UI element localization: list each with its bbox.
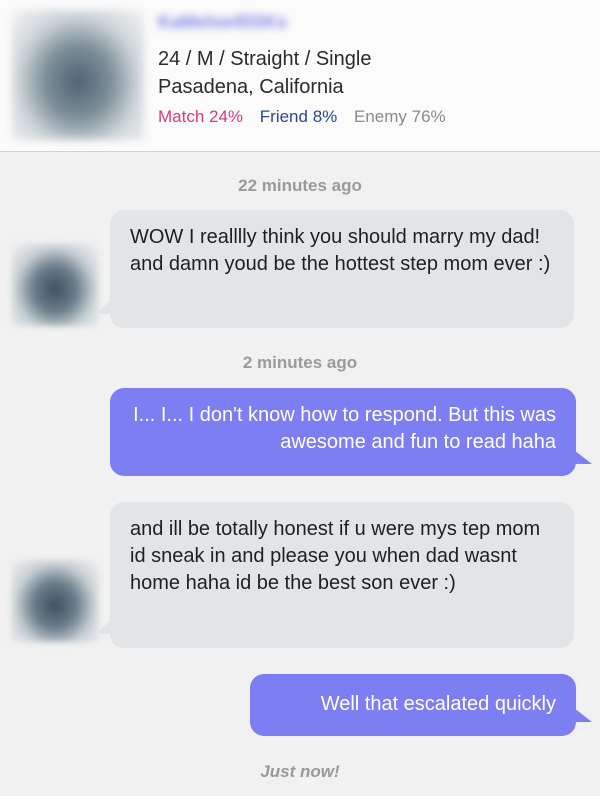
profile-stats: Match 24% Friend 8% Enemy 76%	[158, 107, 458, 127]
sender-avatar[interactable]	[12, 244, 98, 326]
incoming-message: and ill be totally honest if u were mys …	[110, 502, 574, 648]
bubble-tail	[574, 708, 592, 722]
message-timestamp: 2 minutes ago	[242, 353, 358, 372]
outgoing-message: I... I... I don't know how to respond. B…	[110, 388, 576, 476]
message-timestamp: Just now!	[260, 762, 340, 781]
profile-username[interactable]: KaMeloe45SKs	[158, 12, 338, 34]
match-percentage: Match 24%	[158, 107, 244, 126]
profile-location: Pasadena, California	[158, 76, 344, 98]
incoming-message: WOW I realllly think you should marry my…	[110, 210, 574, 328]
bubble-tail	[574, 450, 592, 464]
profile-details: 24 / M / Straight / Single	[158, 48, 372, 70]
enemy-percentage: Enemy 76%	[354, 107, 446, 126]
message-timestamp: 22 minutes ago	[238, 176, 362, 195]
friend-percentage: Friend 8%	[259, 107, 338, 126]
sender-avatar[interactable]	[12, 560, 98, 642]
profile-header: KaMeloe45SKs 24 / M / Straight / Single …	[0, 0, 600, 152]
outgoing-message: Well that escalated quickly	[250, 674, 576, 736]
profile-avatar[interactable]	[12, 10, 144, 140]
